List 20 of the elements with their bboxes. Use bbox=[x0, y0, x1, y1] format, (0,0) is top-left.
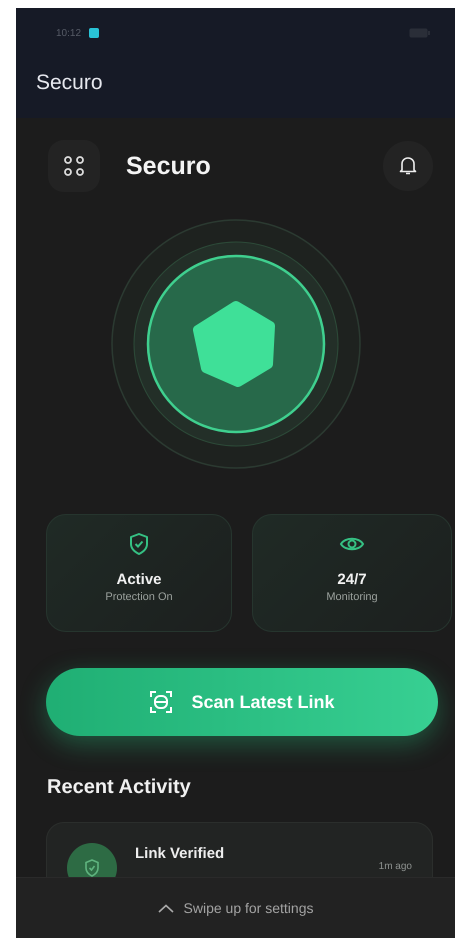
app-icon bbox=[89, 28, 100, 38]
swipe-hint: Swipe up for settings bbox=[184, 900, 314, 916]
activity-time: 1m ago bbox=[378, 861, 412, 872]
shield-check-icon bbox=[128, 532, 150, 556]
activity-title: Link Verified bbox=[135, 845, 224, 862]
menu-button[interactable] bbox=[48, 140, 100, 192]
stat-label: Monitoring bbox=[326, 591, 378, 603]
scan-icon bbox=[149, 690, 174, 714]
shield-check-icon bbox=[84, 859, 100, 877]
app-title: Securo bbox=[126, 152, 211, 180]
section-title: Recent Activity bbox=[47, 776, 192, 799]
bottom-sheet[interactable]: Swipe up for settings bbox=[16, 877, 455, 938]
stat-value: 24/7 bbox=[337, 571, 367, 588]
status-time: 10:12 bbox=[56, 28, 82, 38]
stat-value: Active bbox=[116, 571, 162, 588]
bell-icon bbox=[399, 156, 417, 176]
chevron-up-icon bbox=[158, 904, 174, 912]
grid-dots-icon bbox=[63, 155, 85, 177]
stat-label: Protection On bbox=[105, 591, 173, 603]
app-bar-title: Securo bbox=[35, 70, 104, 95]
